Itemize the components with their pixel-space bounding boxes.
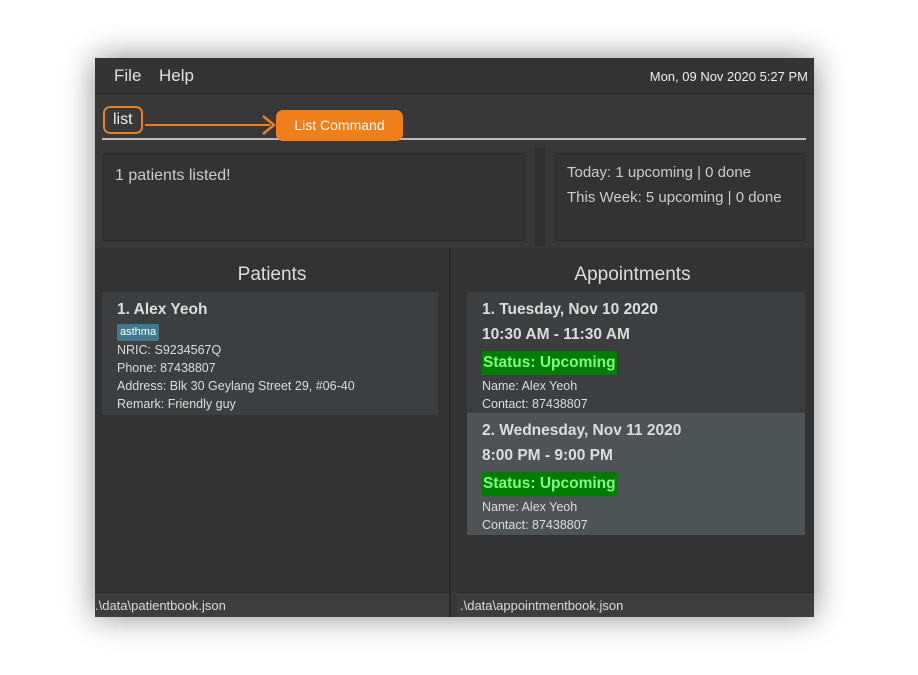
app-window: File Help Mon, 09 Nov 2020 5:27 PM list … — [95, 58, 814, 617]
command-input[interactable]: list — [103, 106, 143, 134]
annotation-callout: List Command — [276, 110, 403, 141]
patients-heading: Patients — [237, 264, 307, 285]
menu-file[interactable]: File — [114, 66, 141, 86]
patient-name: 1. Alex Yeoh — [117, 301, 208, 318]
summary-week: This Week: 5 upcoming | 0 done — [567, 189, 782, 206]
appointment-time: 8:00 PM - 9:00 PM — [482, 447, 613, 464]
summary-today: Today: 1 upcoming | 0 done — [567, 164, 752, 181]
status-badge: Status: Upcoming — [482, 472, 617, 496]
patients-panel: Patients 1. Alex Yeoh asthma NRIC: S9234… — [95, 248, 449, 592]
appointment-date: 2. Wednesday, Nov 11 2020 — [482, 422, 682, 439]
menu-bar: File Help Mon, 09 Nov 2020 5:27 PM — [95, 58, 814, 94]
appointment-contact: Contact: 87438807 — [482, 518, 588, 532]
annotation-arrow — [145, 124, 270, 126]
appointment-card[interactable]: 1. Tuesday, Nov 10 2020 10:30 AM - 11:30… — [467, 292, 805, 413]
appointment-time: 10:30 AM - 11:30 AM — [482, 326, 630, 343]
appointment-contact: Contact: 87438807 — [482, 397, 588, 411]
patient-nric: NRIC: S9234567Q — [117, 343, 222, 357]
appointments-heading: Appointments — [574, 264, 691, 285]
clock: Mon, 09 Nov 2020 5:27 PM — [649, 69, 808, 84]
appointment-name: Name: Alex Yeoh — [482, 500, 578, 514]
patients-file-path: .\data\patientbook.json — [95, 592, 449, 617]
result-display: 1 patients listed! — [103, 153, 525, 241]
appointment-card[interactable]: 2. Wednesday, Nov 11 2020 8:00 PM - 9:00… — [467, 413, 805, 535]
status-badge: Status: Upcoming — [482, 351, 617, 375]
appointment-date: 1. Tuesday, Nov 10 2020 — [482, 301, 659, 318]
split-divider[interactable] — [535, 148, 545, 246]
patient-card[interactable]: 1. Alex Yeoh asthma NRIC: S9234567Q Phon… — [102, 292, 438, 415]
patient-address: Address: Blk 30 Geylang Street 29, #06-4… — [117, 379, 355, 393]
patient-phone: Phone: 87438807 — [117, 361, 216, 375]
appointments-file-path: .\data\appointmentbook.json — [457, 592, 814, 617]
appointments-panel: Appointments 1. Tuesday, Nov 10 2020 10:… — [451, 248, 814, 592]
menu-help[interactable]: Help — [159, 66, 194, 86]
tag-badge: asthma — [117, 324, 160, 341]
command-underline — [102, 138, 806, 140]
patient-remark: Remark: Friendly guy — [117, 397, 236, 411]
appointment-name: Name: Alex Yeoh — [482, 379, 578, 393]
summary-display: Today: 1 upcoming | 0 done This Week: 5 … — [555, 153, 805, 241]
